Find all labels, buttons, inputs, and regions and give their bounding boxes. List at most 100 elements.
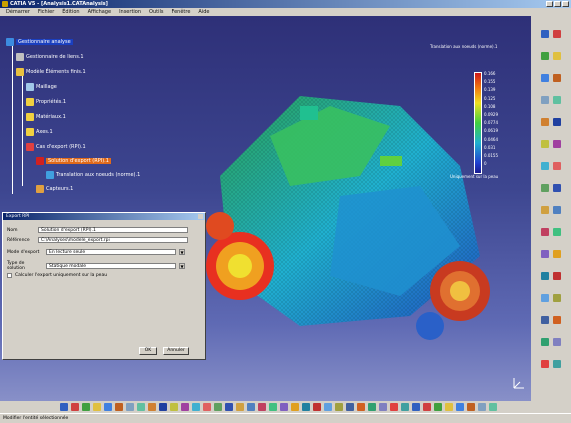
toolbar-tool-icon[interactable] (335, 403, 343, 411)
menu-edit[interactable]: Édition (62, 8, 79, 16)
toolbar-tool-icon[interactable] (541, 360, 549, 368)
menu-view[interactable]: Affichage (88, 8, 112, 16)
toolbar-tool-icon[interactable] (390, 403, 398, 411)
toolbar-tool-icon[interactable] (60, 403, 68, 411)
toolbar-tool-icon[interactable] (553, 228, 561, 236)
toolbar-tool-icon[interactable] (401, 403, 409, 411)
toolbar-tool-icon[interactable] (148, 403, 156, 411)
toolbar-tool-icon[interactable] (368, 403, 376, 411)
toolbar-tool-icon[interactable] (302, 403, 310, 411)
menu-file[interactable]: Fichier (38, 8, 54, 16)
minimize-button[interactable] (546, 1, 553, 7)
toolbar-tool-icon[interactable] (541, 250, 549, 258)
toolbar-tool-icon[interactable] (93, 403, 101, 411)
toolbar-tool-icon[interactable] (291, 403, 299, 411)
toolbar-tool-icon[interactable] (71, 403, 79, 411)
toolbar-tool-icon[interactable] (280, 403, 288, 411)
tree-node-axes[interactable]: Axes.1 (26, 128, 53, 136)
solution-type-select[interactable]: Statique modale (46, 263, 176, 269)
toolbar-tool-icon[interactable] (541, 96, 549, 104)
toolbar-tool-icon[interactable] (541, 184, 549, 192)
toolbar-tool-icon[interactable] (434, 403, 442, 411)
toolbar-tool-icon[interactable] (541, 118, 549, 126)
name-input[interactable]: Solution d'export (RPI).1 (38, 227, 188, 233)
tree-node-properties[interactable]: Propriétés.1 (26, 98, 66, 106)
toolbar-tool-icon[interactable] (170, 403, 178, 411)
toolbar-tool-icon[interactable] (181, 403, 189, 411)
toolbar-tool-icon[interactable] (192, 403, 200, 411)
toolbar-tool-icon[interactable] (541, 74, 549, 82)
toolbar-tool-icon[interactable] (82, 403, 90, 411)
ok-button[interactable]: OK (139, 347, 157, 355)
toolbar-tool-icon[interactable] (115, 403, 123, 411)
toolbar-tool-icon[interactable] (159, 403, 167, 411)
toolbar-tool-icon[interactable] (553, 74, 561, 82)
toolbar-tool-icon[interactable] (313, 403, 321, 411)
toolbar-tool-icon[interactable] (445, 403, 453, 411)
skin-only-checkbox[interactable] (7, 273, 12, 278)
toolbar-tool-icon[interactable] (412, 403, 420, 411)
toolbar-tool-icon[interactable] (553, 206, 561, 214)
menu-tools[interactable]: Outils (149, 8, 163, 16)
toolbar-tool-icon[interactable] (258, 403, 266, 411)
toolbar-tool-icon[interactable] (541, 52, 549, 60)
toolbar-tool-icon[interactable] (541, 294, 549, 302)
toolbar-tool-icon[interactable] (553, 30, 561, 38)
toolbar-tool-icon[interactable] (541, 228, 549, 236)
toolbar-tool-icon[interactable] (541, 30, 549, 38)
tree-root[interactable]: Gestionnaire analyse (6, 38, 73, 46)
tree-node-links[interactable]: Gestionnaire de liens.1 (16, 53, 84, 61)
toolbar-tool-icon[interactable] (541, 162, 549, 170)
toolbar-tool-icon[interactable] (553, 360, 561, 368)
toolbar-tool-icon[interactable] (553, 140, 561, 148)
export-mode-select[interactable]: En lecture seule (46, 249, 176, 255)
toolbar-tool-icon[interactable] (553, 162, 561, 170)
tree-node-sensors[interactable]: Capteurs.1 (36, 185, 73, 193)
chevron-down-icon[interactable]: ▼ (179, 249, 185, 255)
toolbar-tool-icon[interactable] (489, 403, 497, 411)
tree-node-materials[interactable]: Matériaux.1 (26, 113, 66, 121)
close-button[interactable] (562, 1, 569, 7)
tree-node-translation[interactable]: Translation aux noeuds (norme).1 (46, 171, 140, 179)
toolbar-tool-icon[interactable] (553, 96, 561, 104)
menu-insert[interactable]: Insertion (119, 8, 141, 16)
toolbar-tool-icon[interactable] (346, 403, 354, 411)
toolbar-tool-icon[interactable] (541, 272, 549, 280)
toolbar-tool-icon[interactable] (214, 403, 222, 411)
menu-window[interactable]: Fenêtre (171, 8, 190, 16)
maximize-button[interactable] (554, 1, 561, 7)
toolbar-tool-icon[interactable] (467, 403, 475, 411)
tree-node-export-case[interactable]: Cas d'export (RPI).1 (26, 143, 86, 151)
dialog-close-button[interactable] (198, 214, 203, 219)
toolbar-tool-icon[interactable] (553, 316, 561, 324)
toolbar-tool-icon[interactable] (126, 403, 134, 411)
toolbar-tool-icon[interactable] (456, 403, 464, 411)
chevron-down-icon[interactable]: ▼ (179, 263, 185, 269)
toolbar-tool-icon[interactable] (324, 403, 332, 411)
toolbar-tool-icon[interactable] (553, 272, 561, 280)
toolbar-tool-icon[interactable] (553, 294, 561, 302)
toolbar-tool-icon[interactable] (225, 403, 233, 411)
menu-help[interactable]: Aide (198, 8, 209, 16)
toolbar-tool-icon[interactable] (104, 403, 112, 411)
toolbar-tool-icon[interactable] (379, 403, 387, 411)
menu-start[interactable]: Démarrer (6, 8, 30, 16)
toolbar-tool-icon[interactable] (247, 403, 255, 411)
toolbar-tool-icon[interactable] (203, 403, 211, 411)
toolbar-tool-icon[interactable] (137, 403, 145, 411)
toolbar-tool-icon[interactable] (357, 403, 365, 411)
toolbar-tool-icon[interactable] (553, 250, 561, 258)
toolbar-tool-icon[interactable] (553, 52, 561, 60)
tree-node-export-solution[interactable]: Solution d'export (RPI).1 (36, 157, 111, 165)
toolbar-tool-icon[interactable] (541, 316, 549, 324)
toolbar-tool-icon[interactable] (553, 118, 561, 126)
toolbar-tool-icon[interactable] (236, 403, 244, 411)
toolbar-tool-icon[interactable] (553, 338, 561, 346)
toolbar-tool-icon[interactable] (478, 403, 486, 411)
toolbar-tool-icon[interactable] (541, 140, 549, 148)
tree-node-fem-model[interactable]: Modèle Éléments finis.1 (16, 68, 86, 76)
toolbar-tool-icon[interactable] (269, 403, 277, 411)
toolbar-tool-icon[interactable] (423, 403, 431, 411)
toolbar-tool-icon[interactable] (553, 184, 561, 192)
toolbar-tool-icon[interactable] (541, 206, 549, 214)
